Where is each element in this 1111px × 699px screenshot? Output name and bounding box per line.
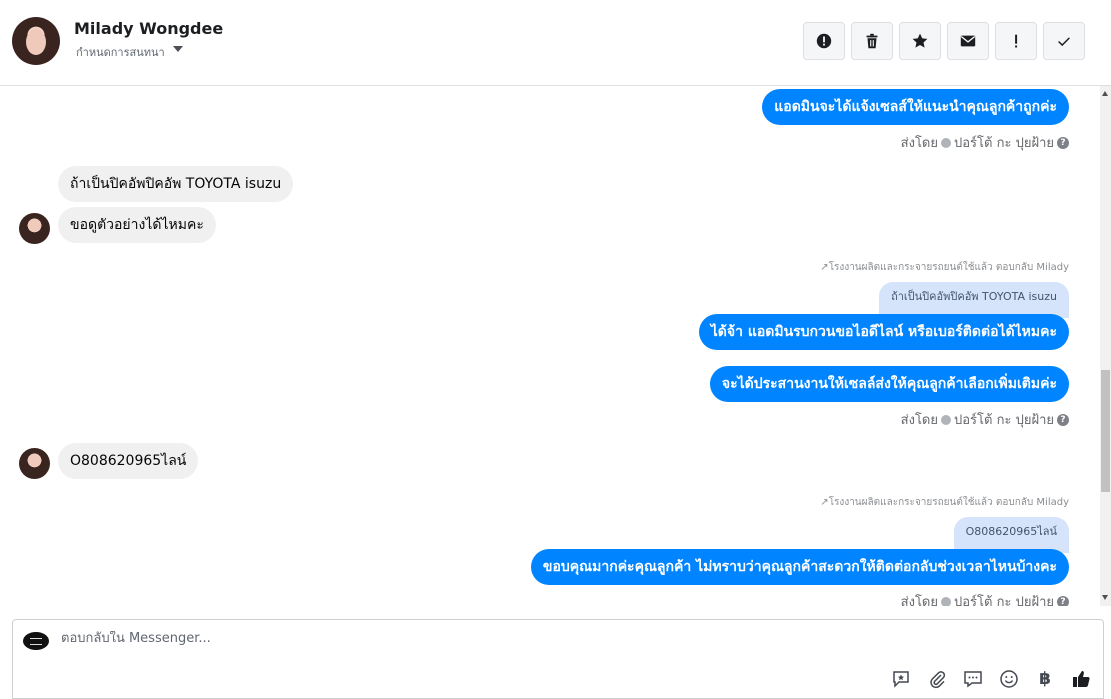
saved-reply-button[interactable]	[890, 668, 912, 690]
help-icon[interactable]: ?	[1057, 595, 1069, 606]
caret-down-icon[interactable]	[173, 46, 183, 52]
verified-icon	[941, 414, 951, 425]
avatar	[19, 213, 50, 244]
mark-done-button[interactable]	[1043, 22, 1085, 60]
emoji-button[interactable]	[998, 668, 1020, 690]
help-icon[interactable]: ?	[1057, 136, 1069, 149]
paperclip-icon	[930, 671, 946, 689]
sender-name[interactable]: ปอร์โต้ กะ ปุยฝ้าย	[954, 409, 1054, 430]
report-button[interactable]	[803, 22, 845, 60]
message-incoming[interactable]: ถ้าเป็นปิคอัพปิคอัพ TOYOTA isuzu	[58, 166, 294, 202]
sent-by-info: ส่งโดย ปอร์โต้ กะ ปุยฝ้าย ?	[901, 591, 1069, 606]
avatar[interactable]	[12, 17, 60, 65]
scroll-up-icon[interactable]	[1102, 91, 1108, 96]
reply-meta: ↗โรงงานผลิตและกระจายรถยนต์ใช้แล้ว ตอบกลั…	[820, 497, 1069, 508]
baht-icon: ฿	[1039, 669, 1051, 689]
star-icon	[912, 33, 928, 48]
help-icon[interactable]: ?	[1057, 413, 1069, 426]
conversation-header: Milady Wongdee กำหนดการสนทนา	[0, 0, 1111, 86]
verified-icon	[941, 596, 951, 606]
saved-reply-icon	[893, 671, 909, 688]
payment-button[interactable]: ฿	[1034, 668, 1056, 690]
message-thread: แอดมินจะได้แจ้งเซลส์ให้แนะนำคุณลูกค้าถูก…	[0, 86, 1100, 606]
reply-meta-text: โรงงานผลิตและกระจายรถยนต์ใช้แล้ว ตอบกลับ…	[828, 497, 1069, 508]
sender-name[interactable]: ปอร์โต้ กะ ปุยฝ้าย	[954, 132, 1054, 153]
message-incoming[interactable]: ขอดูตัวอย่างได้ไหมคะ	[58, 207, 216, 243]
sent-by-label: ส่งโดย	[900, 595, 938, 606]
page-logo	[23, 632, 49, 650]
quoted-message[interactable]: ถ้าเป็นปิคอัพปิคอัพ TOYOTA isuzu	[879, 282, 1069, 318]
star-button[interactable]	[899, 22, 941, 60]
alert-circle-icon	[816, 33, 832, 49]
scroll-down-icon[interactable]	[1102, 595, 1108, 600]
quoted-message[interactable]: O808620965ไลน์	[953, 517, 1069, 553]
follow-up-button[interactable]	[995, 22, 1037, 60]
scrollbar-track[interactable]	[1100, 86, 1111, 606]
thumbs-up-icon	[1073, 671, 1090, 687]
like-button[interactable]	[1070, 668, 1092, 690]
verified-icon	[941, 137, 951, 148]
avatar	[19, 448, 50, 479]
sent-by-info: ส่งโดย ปอร์โต้ กะ ปุยฝ้าย ?	[901, 132, 1069, 153]
reply-input[interactable]	[61, 631, 961, 646]
message-outgoing[interactable]: แอดมินจะได้แจ้งเซลส์ให้แนะนำคุณลูกค้าถูก…	[762, 89, 1069, 125]
scrollbar-thumb[interactable]	[1101, 370, 1110, 492]
mark-unread-button[interactable]	[947, 22, 989, 60]
message-outgoing[interactable]: ขอบคุณมากค่ะคุณลูกค้า ไม่ทราบว่าคุณลูกค้…	[530, 549, 1069, 585]
contact-name[interactable]: Milady Wongdee	[74, 19, 223, 38]
message-composer: ฿	[12, 619, 1104, 699]
conversation-status-dropdown[interactable]: กำหนดการสนทนา	[76, 43, 165, 61]
check-icon	[1058, 37, 1070, 47]
sent-by-label: ส่งโดย	[900, 413, 938, 428]
envelope-icon	[960, 35, 976, 47]
chat-bubbles-icon	[964, 671, 982, 688]
reply-meta: ↗โรงงานผลิตและกระจายรถยนต์ใช้แล้ว ตอบกลั…	[820, 262, 1069, 273]
sender-name[interactable]: ปอร์โต้ กะ ปุยฝ้าย	[954, 591, 1054, 606]
delete-button[interactable]	[851, 22, 893, 60]
trash-icon	[866, 33, 878, 49]
message-outgoing[interactable]: จะได้ประสานงานให้เซลล์ส่งให้คุณลูกค้าเลื…	[709, 366, 1069, 402]
smiley-icon	[1000, 670, 1018, 688]
sent-by-label: ส่งโดย	[900, 136, 938, 151]
reply-meta-text: โรงงานผลิตและกระจายรถยนต์ใช้แล้ว ตอบกลับ…	[828, 262, 1069, 273]
message-incoming[interactable]: O808620965ไลน์	[58, 443, 199, 479]
message-outgoing[interactable]: ได้จ้า แอดมินรบกวนขอไอดีไลน์ หรือเบอร์ติ…	[698, 314, 1069, 350]
quick-reply-button[interactable]	[962, 668, 984, 690]
sent-by-info: ส่งโดย ปอร์โต้ กะ ปุยฝ้าย ?	[901, 409, 1069, 430]
exclamation-icon	[1015, 34, 1018, 48]
attach-button[interactable]	[926, 668, 948, 690]
